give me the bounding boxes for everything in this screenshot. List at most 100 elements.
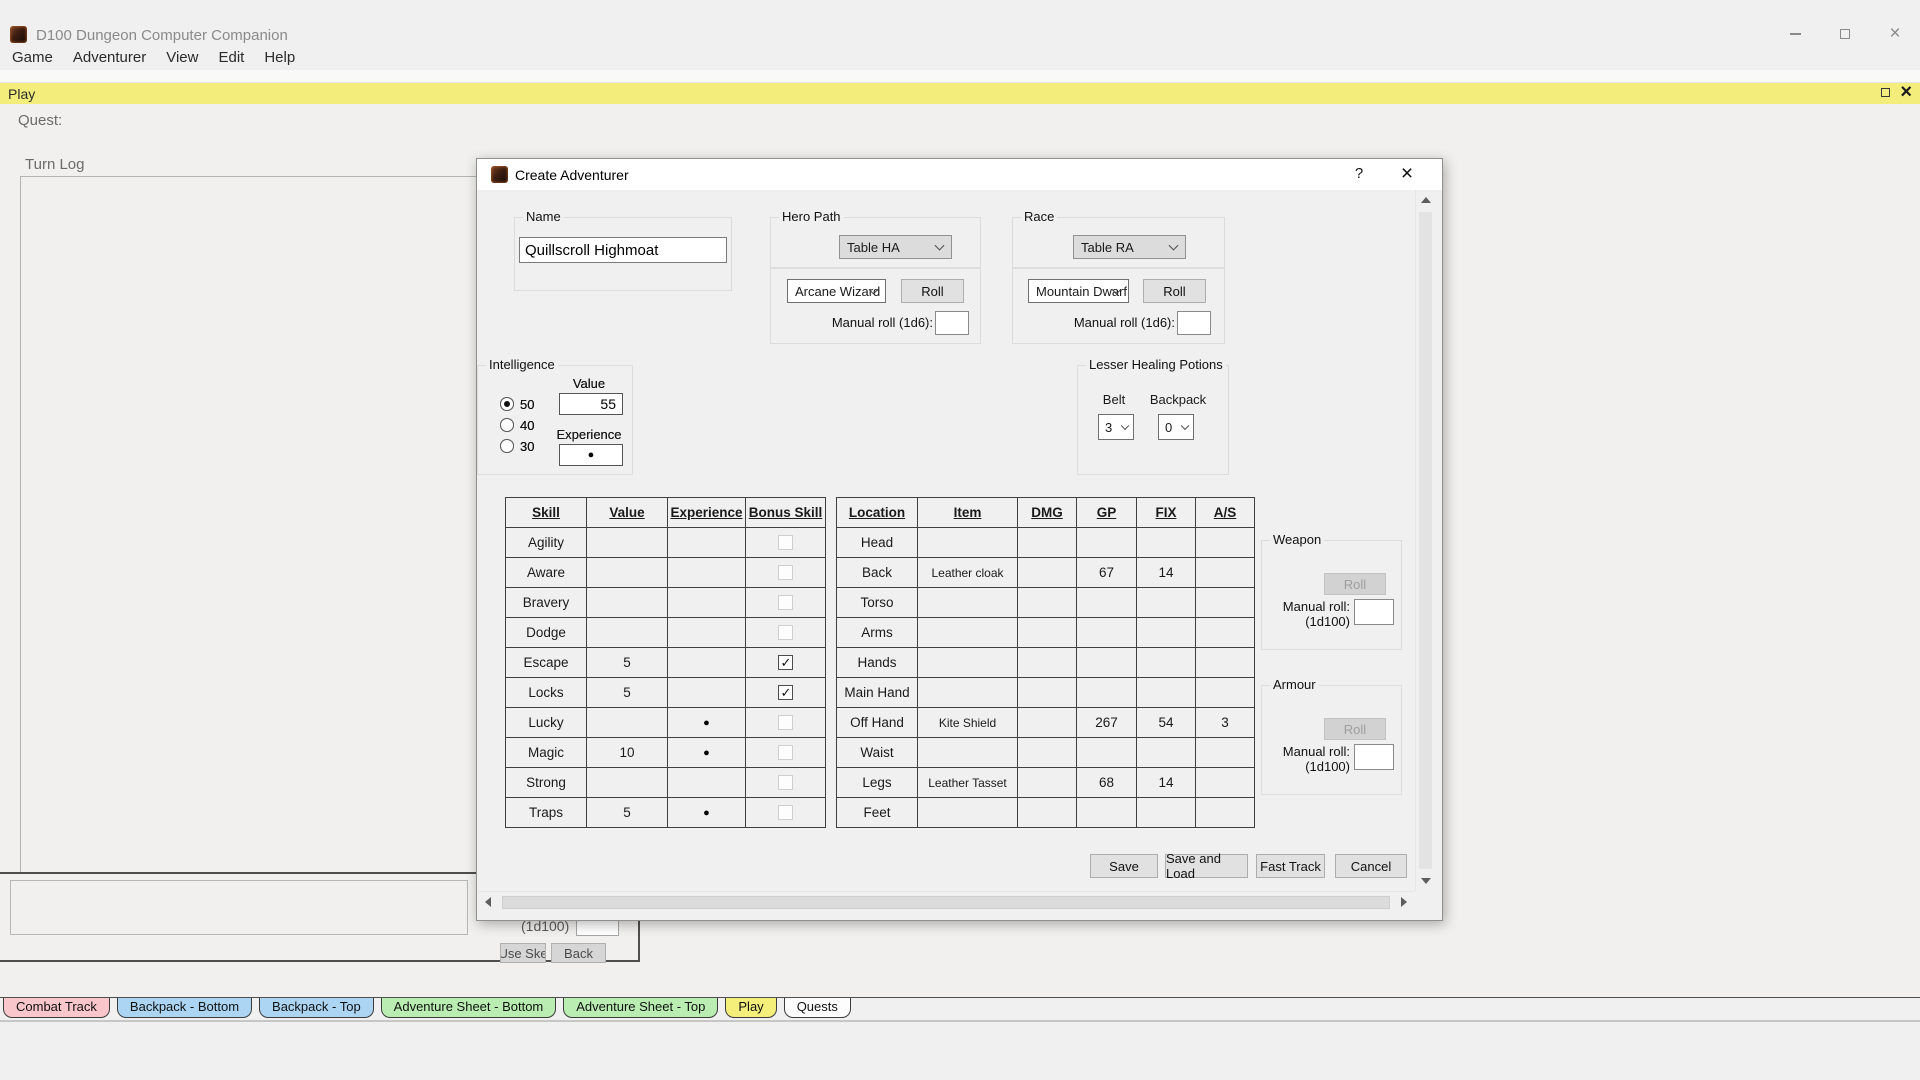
bonus-skill-checkbox[interactable] (778, 565, 793, 580)
as-cell[interactable]: 3 (1195, 708, 1254, 737)
dmg-cell[interactable] (1017, 558, 1076, 587)
close-button[interactable]: × (1884, 24, 1906, 44)
skill-value-cell[interactable] (586, 528, 667, 557)
restore-button[interactable] (1834, 24, 1856, 44)
bonus-skill-checkbox[interactable] (778, 595, 793, 610)
skill-experience-cell[interactable] (667, 618, 745, 647)
use-skill-button[interactable]: Use Ske (500, 943, 546, 963)
skill-experience-cell[interactable]: ● (667, 798, 745, 827)
menu-item[interactable]: Adventurer (63, 46, 156, 70)
sheet-tab[interactable]: Quests (784, 998, 851, 1018)
skill-value-cell[interactable] (586, 768, 667, 797)
skill-value-cell[interactable] (586, 618, 667, 647)
dmg-cell[interactable] (1017, 738, 1076, 767)
fix-cell[interactable]: 14 (1136, 558, 1195, 587)
fix-cell[interactable]: 54 (1136, 708, 1195, 737)
dmg-cell[interactable] (1017, 588, 1076, 617)
fix-cell[interactable] (1136, 528, 1195, 557)
fix-cell[interactable] (1136, 648, 1195, 677)
skill-experience-cell[interactable] (667, 648, 745, 677)
horizontal-scrollbar[interactable] (478, 891, 1414, 912)
bonus-skill-checkbox[interactable] (778, 805, 793, 820)
item-cell[interactable] (917, 528, 1017, 557)
item-cell[interactable] (917, 798, 1017, 827)
gp-cell[interactable] (1076, 798, 1136, 827)
scroll-left-icon[interactable] (485, 897, 491, 907)
sheet-tab[interactable]: Backpack - Top (259, 998, 374, 1018)
scroll-down-icon[interactable] (1421, 878, 1431, 884)
radio-40[interactable] (500, 418, 514, 432)
name-input[interactable] (519, 237, 727, 263)
bonus-skill-checkbox[interactable] (778, 535, 793, 550)
gp-cell[interactable] (1076, 588, 1136, 617)
horizontal-scrollbar-thumb[interactable] (502, 896, 1390, 909)
dmg-cell[interactable] (1017, 678, 1076, 707)
minimize-button[interactable] (1784, 24, 1806, 44)
hero-path-result-select[interactable]: Arcane Wizard (787, 279, 886, 303)
weapon-roll-button[interactable]: Roll (1324, 573, 1386, 595)
scroll-right-icon[interactable] (1401, 897, 1407, 907)
item-cell[interactable]: Leather Tasset (917, 768, 1017, 797)
gp-cell[interactable] (1076, 618, 1136, 647)
play-close-icon[interactable]: × (1900, 86, 1912, 98)
belt-select[interactable]: 3 (1098, 414, 1134, 440)
vertical-scrollbar[interactable] (1415, 190, 1434, 891)
radio-50[interactable] (500, 397, 514, 411)
bonus-skill-checkbox[interactable] (778, 625, 793, 640)
attribute-value-input[interactable] (559, 393, 623, 415)
item-cell[interactable] (917, 678, 1017, 707)
sheet-tab[interactable]: Combat Track (3, 998, 110, 1018)
sheet-tab[interactable]: Adventure Sheet - Top (563, 998, 718, 1018)
skill-experience-cell[interactable]: ● (667, 708, 745, 737)
as-cell[interactable] (1195, 588, 1254, 617)
play-restore-icon[interactable] (1881, 88, 1890, 97)
skill-value-cell[interactable]: 10 (586, 738, 667, 767)
race-table-select[interactable]: Table RA (1073, 235, 1186, 259)
fix-cell[interactable] (1136, 588, 1195, 617)
cancel-button[interactable]: Cancel (1335, 854, 1407, 878)
fast-track-button[interactable]: Fast Track (1256, 854, 1325, 878)
menu-item[interactable]: Help (254, 46, 305, 70)
gp-cell[interactable] (1076, 648, 1136, 677)
as-cell[interactable] (1195, 678, 1254, 707)
as-cell[interactable] (1195, 558, 1254, 587)
item-cell[interactable]: Leather cloak (917, 558, 1017, 587)
radio-30[interactable] (500, 439, 514, 453)
bonus-skill-checkbox[interactable] (778, 745, 793, 760)
dmg-cell[interactable] (1017, 528, 1076, 557)
dmg-cell[interactable] (1017, 798, 1076, 827)
item-cell[interactable] (917, 588, 1017, 617)
fix-cell[interactable]: 14 (1136, 768, 1195, 797)
skill-value-cell[interactable] (586, 558, 667, 587)
skill-value-cell[interactable]: 5 (586, 798, 667, 827)
bonus-skill-checkbox[interactable] (778, 715, 793, 730)
armour-manual-roll-input[interactable] (1354, 744, 1394, 770)
item-cell[interactable] (917, 618, 1017, 647)
gp-cell[interactable] (1076, 528, 1136, 557)
bonus-skill-checkbox[interactable] (778, 685, 793, 700)
as-cell[interactable] (1195, 738, 1254, 767)
gp-cell[interactable] (1076, 738, 1136, 767)
as-cell[interactable] (1195, 528, 1254, 557)
gp-cell[interactable]: 267 (1076, 708, 1136, 737)
hero-path-roll-button[interactable]: Roll (901, 279, 964, 303)
attribute-experience-input[interactable]: ● (559, 444, 623, 466)
skill-experience-cell[interactable] (667, 588, 745, 617)
as-cell[interactable] (1195, 648, 1254, 677)
item-cell[interactable] (917, 738, 1017, 767)
save-button[interactable]: Save (1090, 854, 1158, 878)
hero-path-table-select[interactable]: Table HA (839, 235, 952, 259)
as-cell[interactable] (1195, 618, 1254, 647)
scroll-up-icon[interactable] (1421, 197, 1431, 203)
fix-cell[interactable] (1136, 618, 1195, 647)
dialog-close-button[interactable]: × (1394, 163, 1420, 185)
menu-item[interactable]: Edit (208, 46, 254, 70)
vertical-scrollbar-thumb[interactable] (1419, 212, 1432, 869)
gp-cell[interactable] (1076, 678, 1136, 707)
dmg-cell[interactable] (1017, 768, 1076, 797)
dmg-cell[interactable] (1017, 648, 1076, 677)
weapon-manual-roll-input[interactable] (1354, 599, 1394, 625)
item-cell[interactable]: Kite Shield (917, 708, 1017, 737)
skill-experience-cell[interactable]: ● (667, 738, 745, 767)
help-button[interactable]: ? (1346, 165, 1372, 185)
